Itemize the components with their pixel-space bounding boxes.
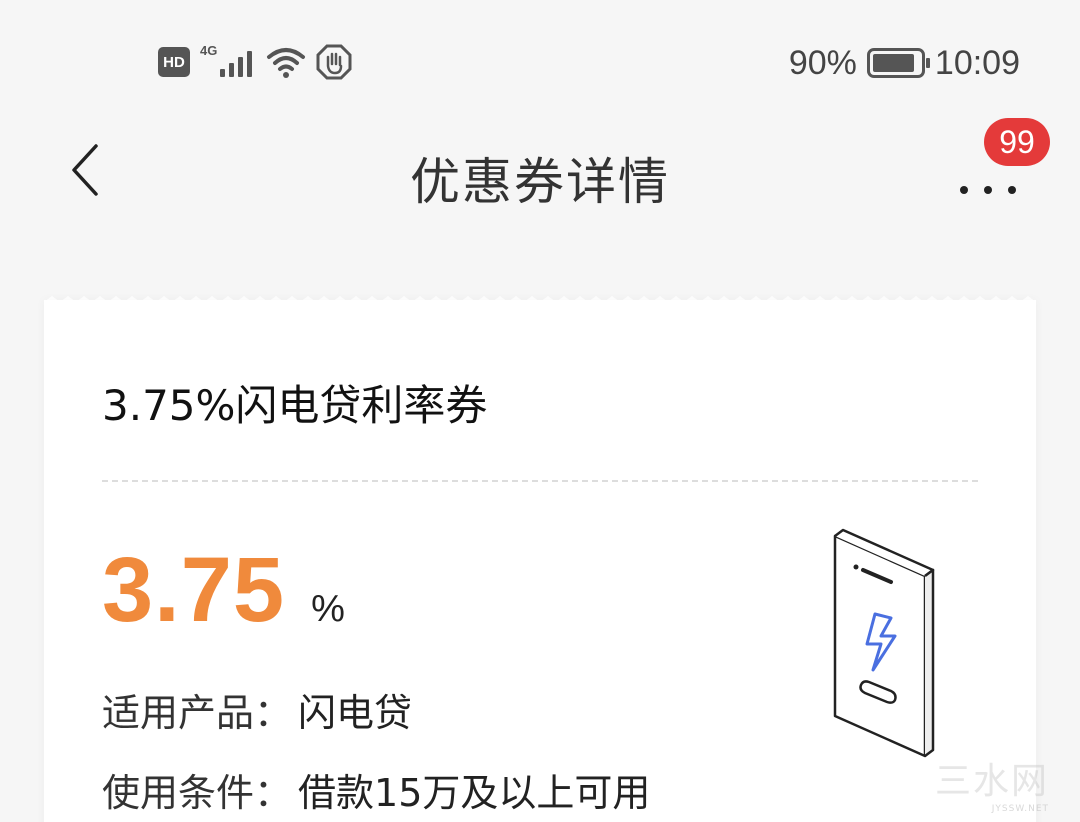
phone-lightning-icon xyxy=(833,528,935,758)
notification-badge: 99 xyxy=(984,118,1050,166)
page-title: 优惠券详情 xyxy=(410,153,670,211)
rate-display: 3.75 % xyxy=(102,538,345,643)
wifi-icon xyxy=(267,48,305,78)
status-icons-left: HD 4G xyxy=(158,43,352,80)
battery-icon xyxy=(866,48,930,78)
product-value: 闪电贷 xyxy=(298,691,413,735)
condition-value: 借款15万及以上可用 xyxy=(298,771,651,815)
more-dots-icon xyxy=(960,186,1016,194)
signal-icon: 4G xyxy=(200,43,256,79)
hand-stop-icon xyxy=(316,44,352,80)
hd-icon: HD xyxy=(158,47,190,77)
status-bar: HD 4G 90% 10:09 xyxy=(0,0,1080,120)
condition-row: 使用条件： 借款15万及以上可用 xyxy=(102,762,650,817)
status-icons-right: 90% 10:09 xyxy=(789,40,1020,86)
watermark-sub: JYSSW.NET xyxy=(991,804,1050,814)
coupon-card: 3.75%闪电贷利率券 3.75 % 适用产品： 闪电贷 使用条件： 借款15万… xyxy=(44,300,1036,822)
dashed-divider xyxy=(102,480,978,482)
nav-header: 优惠券详情 xyxy=(0,120,1080,230)
coupon-title: 3.75%闪电贷利率券 xyxy=(102,381,488,430)
network-type-label: 4G xyxy=(200,43,218,58)
product-label: 适用产品： xyxy=(102,691,293,735)
product-row: 适用产品： 闪电贷 xyxy=(102,682,412,737)
battery-percent: 90% xyxy=(788,43,857,82)
clock: 10:09 xyxy=(934,43,1020,82)
rate-value: 3.75 xyxy=(102,539,286,641)
watermark: 三水网 JYSSW.NET xyxy=(935,752,1049,814)
condition-label: 使用条件： xyxy=(102,771,293,815)
watermark-text: 三水网 xyxy=(935,761,1050,802)
rate-unit: % xyxy=(311,588,345,630)
